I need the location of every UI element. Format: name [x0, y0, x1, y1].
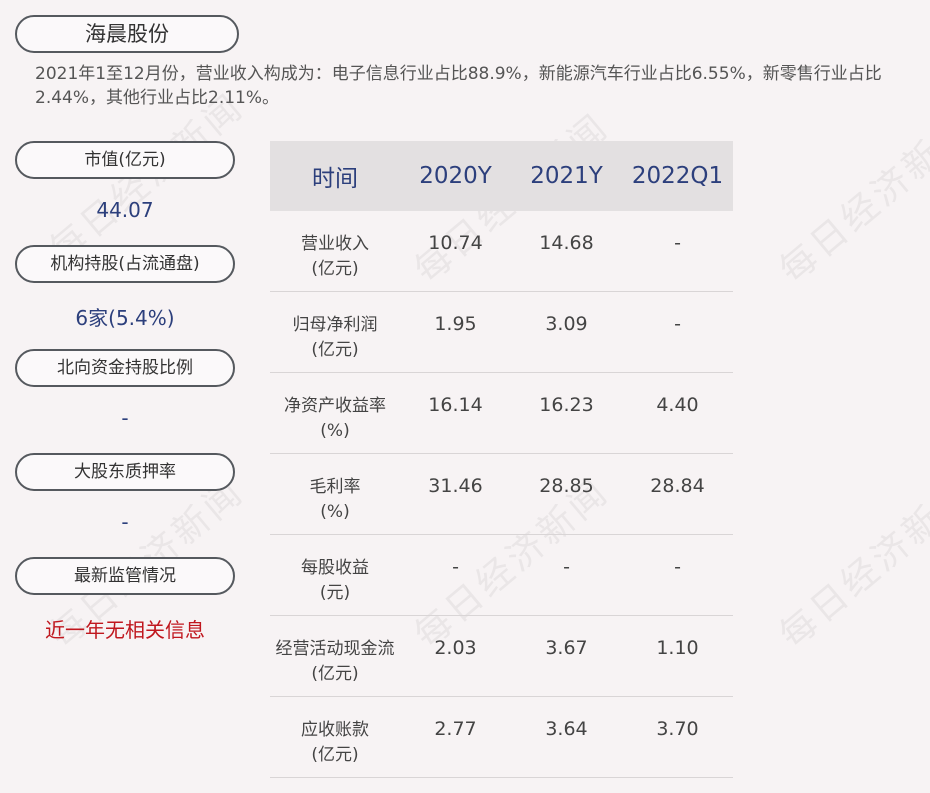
- cell-value: -: [674, 313, 681, 335]
- table-row: 营业收入 (亿元) 10.74 14.68 -: [270, 211, 733, 292]
- table-row: 经营活动现金流 (亿元) 2.03 3.67 1.10: [270, 616, 733, 697]
- cell-value: 1.95: [434, 313, 477, 335]
- financial-table: 时间 2020Y 2021Y 2022Q1 营业收入 (亿元) 10.74 14.…: [270, 141, 733, 778]
- table-row: 每股收益 (元) - - -: [270, 535, 733, 616]
- cell-value: 10.74: [428, 232, 483, 254]
- row-label: 毛利率 (%): [309, 477, 361, 522]
- table-row: 归母净利润 (亿元) 1.95 3.09 -: [270, 292, 733, 373]
- row-label: 净资产收益率 (%): [284, 396, 386, 441]
- company-name: 海晨股份: [15, 15, 239, 53]
- cell-value: 3.09: [545, 313, 588, 335]
- row-label: 经营活动现金流 (亿元): [275, 639, 395, 684]
- header-2021y: 2021Y: [530, 163, 603, 189]
- watermark: 每日经济新闻: [772, 105, 930, 292]
- pledge-ratio-label: 大股东质押率: [15, 453, 235, 491]
- row-label: 营业收入 (亿元): [301, 234, 369, 279]
- regulatory-status-label: 最新监管情况: [15, 557, 235, 595]
- cell-value: 16.14: [428, 394, 483, 416]
- cell-value: 4.40: [656, 394, 699, 416]
- cell-value: 28.84: [650, 475, 705, 497]
- cell-value: -: [563, 556, 570, 578]
- table-row: 毛利率 (%) 31.46 28.85 28.84: [270, 454, 733, 535]
- revenue-summary: 2021年1至12月份，营业收入构成为：电子信息行业占比88.9%，新能源汽车行…: [35, 64, 882, 108]
- cell-value: 1.10: [656, 637, 699, 659]
- header-2022q1: 2022Q1: [631, 163, 724, 189]
- cell-value: 2.03: [434, 637, 477, 659]
- regulatory-status-value: 近一年无相关信息: [45, 618, 205, 642]
- market-cap-value: 44.07: [96, 198, 154, 222]
- table-row: 净资产收益率 (%) 16.14 16.23 4.40: [270, 373, 733, 454]
- cell-value: 28.85: [539, 475, 594, 497]
- northbound-holding-label: 北向资金持股比例: [15, 349, 235, 387]
- institutional-holding-label: 机构持股(占流通盘): [15, 245, 235, 283]
- cell-value: 31.46: [428, 475, 483, 497]
- row-label: 归母净利润 (亿元): [292, 315, 378, 360]
- header-period: 时间: [312, 166, 358, 192]
- cell-value: 2.77: [434, 718, 477, 740]
- cell-value: 3.64: [545, 718, 588, 740]
- cell-value: 3.67: [545, 637, 588, 659]
- cell-value: 3.70: [656, 718, 699, 740]
- watermark: 每日经济新闻: [772, 470, 930, 657]
- header-2020y: 2020Y: [419, 163, 492, 189]
- row-label: 每股收益 (元): [301, 558, 369, 603]
- pledge-ratio-value: -: [121, 510, 129, 534]
- cell-value: -: [674, 232, 681, 254]
- cell-value: 14.68: [539, 232, 594, 254]
- cell-value: -: [452, 556, 459, 578]
- market-cap-label: 市值(亿元): [15, 141, 235, 179]
- northbound-holding-value: -: [121, 406, 129, 430]
- cell-value: 16.23: [539, 394, 594, 416]
- cell-value: -: [674, 556, 681, 578]
- table-header: 时间 2020Y 2021Y 2022Q1: [270, 141, 733, 211]
- table-row: 应收账款 (亿元) 2.77 3.64 3.70: [270, 697, 733, 778]
- institutional-holding-value: 6家(5.4%): [75, 306, 175, 330]
- row-label: 应收账款 (亿元): [301, 720, 369, 765]
